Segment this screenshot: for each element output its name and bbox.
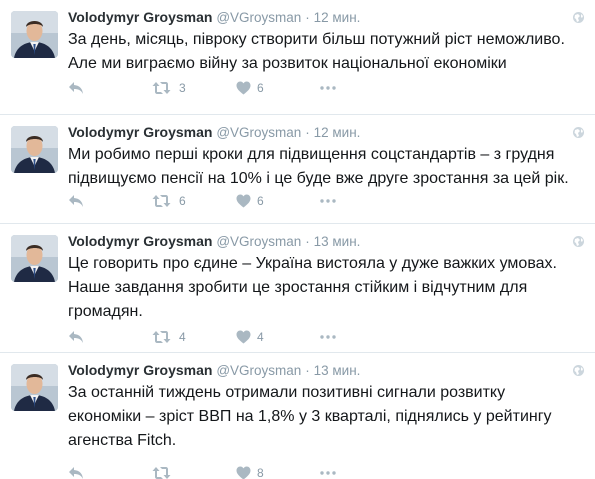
reply-button[interactable] <box>68 330 152 344</box>
author-username[interactable]: @VGroysman <box>216 10 301 25</box>
heart-icon <box>236 330 251 344</box>
more-dots-icon <box>320 471 336 475</box>
tweet-header: Volodymyr Groysman @VGroysman · 12 мин. <box>68 8 583 26</box>
like-button[interactable]: 4 <box>236 330 320 344</box>
avatar[interactable] <box>11 11 58 58</box>
tweet-actions: 8 <box>68 463 350 479</box>
tweet-timeline: Volodymyr Groysman @VGroysman · 12 мин. … <box>0 0 595 479</box>
retweet-count: 6 <box>179 194 186 208</box>
tweet-text: За день, місяць, півроку створити більш … <box>68 31 565 72</box>
tweet-timestamp[interactable]: 12 мин. <box>314 10 361 25</box>
tweet-text: Ми робимо перші кроки для підвищення соц… <box>68 146 569 187</box>
heart-icon <box>236 194 251 208</box>
reply-button[interactable] <box>68 194 152 208</box>
reply-icon <box>69 467 83 479</box>
like-button[interactable]: 8 <box>236 466 320 479</box>
tweet-header: Volodymyr Groysman @VGroysman · 12 мин. <box>68 123 583 141</box>
reply-icon <box>69 82 83 94</box>
reply-button[interactable] <box>68 81 152 95</box>
author-fullname[interactable]: Volodymyr Groysman <box>68 362 212 378</box>
retweet-count: 3 <box>179 81 186 95</box>
tweet-timestamp[interactable]: 13 мин. <box>314 234 361 249</box>
more-button[interactable] <box>320 86 350 90</box>
like-button[interactable]: 6 <box>236 194 320 208</box>
retweet-icon <box>152 82 171 94</box>
author-username[interactable]: @VGroysman <box>216 125 301 140</box>
tweet-actions: 3 6 <box>68 78 350 98</box>
avatar[interactable] <box>11 364 58 411</box>
header-separator: · <box>305 363 310 378</box>
more-button[interactable] <box>320 335 350 339</box>
tweet-actions: 6 6 <box>68 191 350 211</box>
reply-icon <box>69 195 83 207</box>
reply-icon <box>69 331 83 343</box>
avatar[interactable] <box>11 126 58 173</box>
header-separator: · <box>305 234 310 249</box>
like-button[interactable]: 6 <box>236 81 320 95</box>
globe-icon <box>573 236 584 247</box>
more-dots-icon <box>320 335 336 339</box>
author-fullname[interactable]: Volodymyr Groysman <box>68 9 212 25</box>
globe-icon <box>573 12 584 23</box>
author-fullname[interactable]: Volodymyr Groysman <box>68 233 212 249</box>
author-fullname[interactable]: Volodymyr Groysman <box>68 124 212 140</box>
retweet-icon <box>152 195 171 207</box>
reply-button[interactable] <box>68 466 152 479</box>
more-button[interactable] <box>320 199 350 203</box>
tweet-text: За останній тиждень отримали позитивні с… <box>68 384 552 449</box>
retweet-button[interactable]: 6 <box>152 194 236 208</box>
tweet-header: Volodymyr Groysman @VGroysman · 13 мин. <box>68 361 583 379</box>
more-dots-icon <box>320 86 336 90</box>
retweet-icon <box>152 331 171 343</box>
heart-icon <box>236 81 251 95</box>
more-button[interactable] <box>320 471 350 475</box>
tweet-header: Volodymyr Groysman @VGroysman · 13 мин. <box>68 232 583 250</box>
like-count: 6 <box>257 81 264 95</box>
tweet-timestamp[interactable]: 13 мин. <box>314 363 361 378</box>
tweet-text: Це говорить про єдине – Україна вистояла… <box>68 255 557 320</box>
avatar[interactable] <box>11 235 58 282</box>
like-count: 6 <box>257 194 264 208</box>
like-count: 4 <box>257 330 264 344</box>
retweet-count: 4 <box>179 330 186 344</box>
retweet-button[interactable] <box>152 466 236 479</box>
like-count: 8 <box>257 466 264 479</box>
retweet-button[interactable]: 3 <box>152 81 236 95</box>
globe-icon <box>573 365 584 376</box>
retweet-icon <box>152 467 171 479</box>
header-separator: · <box>305 125 310 140</box>
globe-icon <box>573 127 584 138</box>
more-dots-icon <box>320 199 336 203</box>
tweet-timestamp[interactable]: 12 мин. <box>314 125 361 140</box>
author-username[interactable]: @VGroysman <box>216 234 301 249</box>
heart-icon <box>236 466 251 479</box>
tweet[interactable]: Volodymyr Groysman @VGroysman · 13 мин. … <box>0 353 595 479</box>
header-separator: · <box>305 10 310 25</box>
retweet-button[interactable]: 4 <box>152 330 236 344</box>
tweet-actions: 4 4 <box>68 327 350 347</box>
author-username[interactable]: @VGroysman <box>216 363 301 378</box>
